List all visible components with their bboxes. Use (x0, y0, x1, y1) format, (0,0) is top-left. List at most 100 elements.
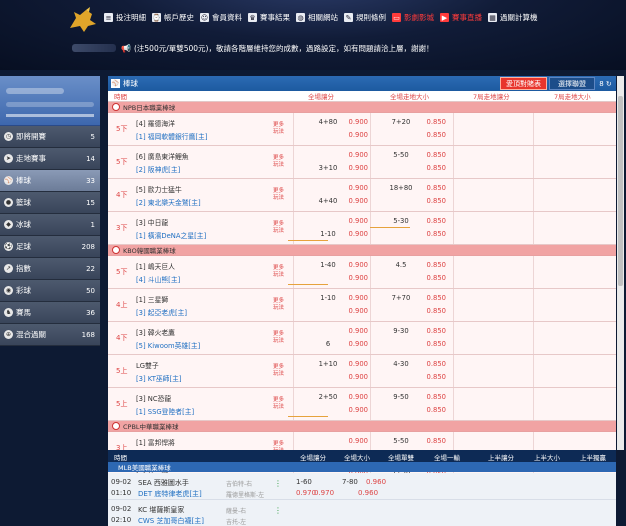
team-home[interactable]: [2] 阪神虎[主] (136, 164, 180, 174)
sidebar-item-2[interactable]: ⚾ 棒球 33 (0, 170, 100, 192)
team-away[interactable]: [1] 嶋天巨人 (136, 261, 175, 271)
odds-handicap-home[interactable]: 0.900 (346, 131, 368, 139)
odds-handicap-home[interactable]: 0.900 (346, 307, 368, 315)
odds-handicap-away[interactable]: 0.900 (346, 294, 368, 302)
more-bets-link[interactable]: 更多玩法 (273, 221, 287, 235)
odds-handicap-away[interactable]: 0.900 (346, 437, 368, 445)
odds-under[interactable]: 0.850 (422, 340, 446, 348)
sidebar-item-6[interactable]: ↗ 指數 22 (0, 258, 100, 280)
odds-handicap-away[interactable]: 0.900 (346, 217, 368, 225)
team-away[interactable]: LG雙子 (136, 360, 159, 370)
odds-handicap-away[interactable]: 0.900 (346, 151, 368, 159)
footprint-icon[interactable]: ⋮ (274, 479, 283, 494)
odds-over[interactable]: 0.850 (422, 184, 446, 192)
nav-item-7[interactable]: ▶ 賽事直播 (440, 12, 482, 23)
team-away[interactable]: SEA 西雅圖水手 (138, 478, 189, 488)
team-away[interactable]: [3] 韓火老鷹 (136, 327, 175, 337)
odds-handicap-home[interactable]: 0.900 (346, 340, 368, 348)
more-bets-link[interactable]: 更多玩法 (273, 364, 287, 378)
sidebar-item-3[interactable]: ● 籃球 15 (0, 192, 100, 214)
team-home[interactable]: [2] 東北樂天金鷲[主] (136, 197, 201, 207)
odds-over[interactable]: 0.850 (422, 360, 446, 368)
odds-handicap-home[interactable]: 0.900 (346, 197, 368, 205)
odds-over[interactable]: 0.850 (422, 261, 446, 269)
team-home[interactable]: DET 底特律老虎[主] (138, 489, 202, 499)
odds-table-button[interactable]: 愛頂對賭表 (500, 77, 547, 90)
league-row[interactable]: KBO韓國職業棒球 (108, 245, 616, 256)
mlb-league-row[interactable]: MLB美國職業棒球 (108, 462, 616, 472)
nav-item-2[interactable]: ☺ 會員資料 (200, 12, 242, 23)
team-away[interactable]: [1] 三星獅 (136, 294, 168, 304)
team-away[interactable]: [6] 廣島東洋鯉魚 (136, 151, 189, 161)
sidebar-item-4[interactable]: ◆ 冰球 1 (0, 214, 100, 236)
footprint-icon[interactable]: ⋮ (274, 506, 283, 521)
odds-handicap-away[interactable]: 0.900 (346, 261, 368, 269)
team-home[interactable]: [3] 起亞老虎[主] (136, 307, 187, 317)
league-row[interactable]: CPBL中華職業棒球 (108, 421, 616, 432)
odds-handicap-away[interactable]: 0.900 (346, 327, 368, 335)
odds-under[interactable]: 0.850 (422, 164, 446, 172)
more-bets-link[interactable]: 更多玩法 (273, 331, 287, 345)
sidebar-item-9[interactable]: ⊕ 混合過關 168 (0, 324, 100, 346)
odds-over[interactable]: 0.850 (422, 151, 446, 159)
team-home[interactable]: [4] 斗山熊[主] (136, 274, 180, 284)
odds-over[interactable]: 0.850 (422, 217, 446, 225)
team-away[interactable]: [3] NC恐龍 (136, 393, 171, 403)
odds-over[interactable]: 0.850 (422, 327, 446, 335)
team-home[interactable]: [3] KT巫師[主] (136, 373, 182, 383)
odds-over[interactable]: 0.850 (422, 393, 446, 401)
nav-item-3[interactable]: ♛ 賽事結果 (248, 12, 290, 23)
odds-under[interactable]: 0.850 (422, 230, 446, 238)
odds-handicap-home[interactable]: 0.900 (346, 406, 368, 414)
odds-over[interactable]: 0.960 (366, 478, 386, 486)
sidebar-item-0[interactable]: ◷ 即將開賽 5 (0, 126, 100, 148)
nav-item-4[interactable]: ◍ 相關網站 (296, 12, 338, 23)
odds-under[interactable]: 0.850 (422, 373, 446, 381)
odds-handicap-home[interactable]: 0.900 (346, 373, 368, 381)
team-away[interactable]: [1] 富邦悍將 (136, 437, 175, 447)
more-bets-link[interactable]: 更多玩法 (273, 155, 287, 169)
odds-over[interactable]: 0.850 (422, 294, 446, 302)
nav-item-8[interactable]: ▦ 過關計算機 (488, 12, 538, 23)
sidebar-item-8[interactable]: ♞ 賽馬 36 (0, 302, 100, 324)
team-home[interactable]: [5] Kiwoom英雄[主] (136, 340, 200, 350)
odds-handicap-away[interactable]: 0.900 (346, 184, 368, 192)
scroll-thumb[interactable] (618, 96, 623, 286)
team-away[interactable]: [5] 歐力士猛牛 (136, 184, 182, 194)
odds-over[interactable]: 0.850 (422, 437, 446, 445)
nav-item-0[interactable]: ≡ 投注明細 (104, 12, 146, 23)
odds-handicap-away[interactable]: 0.900 (346, 360, 368, 368)
nav-item-6[interactable]: ▭ 影劇影城 (392, 12, 434, 23)
odds-under[interactable]: 0.850 (422, 274, 446, 282)
more-bets-link[interactable]: 更多玩法 (273, 265, 287, 279)
odds-handicap[interactable]: 0.970 (314, 489, 334, 497)
scrollbar[interactable] (617, 76, 624, 450)
more-bets-link[interactable]: 更多玩法 (273, 298, 287, 312)
more-bets-link[interactable]: 更多玩法 (273, 122, 287, 136)
select-league-button[interactable]: 選擇聯盟 (549, 77, 595, 90)
odds-handicap-home[interactable]: 0.900 (346, 274, 368, 282)
team-home[interactable]: [1] 福岡軟體銀行鷹[主] (136, 131, 207, 141)
more-bets-link[interactable]: 更多玩法 (273, 188, 287, 202)
sidebar-item-7[interactable]: ◉ 彩球 50 (0, 280, 100, 302)
odds-under[interactable]: 0.960 (358, 489, 378, 497)
team-away[interactable]: [3] 中日龍 (136, 217, 168, 227)
odds-handicap-2[interactable]: 0.970 (296, 489, 316, 497)
odds-under[interactable]: 0.850 (422, 307, 446, 315)
refresh-button[interactable]: 8 ↻ (597, 77, 614, 90)
team-home[interactable]: [1] SSG登陸者[主] (136, 406, 194, 416)
odds-handicap-home[interactable]: 0.900 (346, 164, 368, 172)
team-away[interactable]: KC 堪薩斯皇家 (138, 505, 184, 515)
sidebar-item-5[interactable]: ⚽ 足球 208 (0, 236, 100, 258)
odds-handicap-home[interactable]: 0.900 (346, 230, 368, 238)
nav-item-5[interactable]: ✎ 規則條例 (344, 12, 386, 23)
odds-handicap-away[interactable]: 0.900 (346, 393, 368, 401)
league-row[interactable]: NPB日本職業棒球 (108, 102, 616, 113)
more-bets-link[interactable]: 更多玩法 (273, 397, 287, 411)
odds-handicap-away[interactable]: 0.900 (346, 118, 368, 126)
odds-under[interactable]: 0.850 (422, 131, 446, 139)
team-home[interactable]: CWS 芝加哥白襪[主] (138, 516, 204, 526)
odds-over[interactable]: 0.850 (422, 118, 446, 126)
odds-under[interactable]: 0.850 (422, 197, 446, 205)
sidebar-item-1[interactable]: ➤ 走地賽事 14 (0, 148, 100, 170)
